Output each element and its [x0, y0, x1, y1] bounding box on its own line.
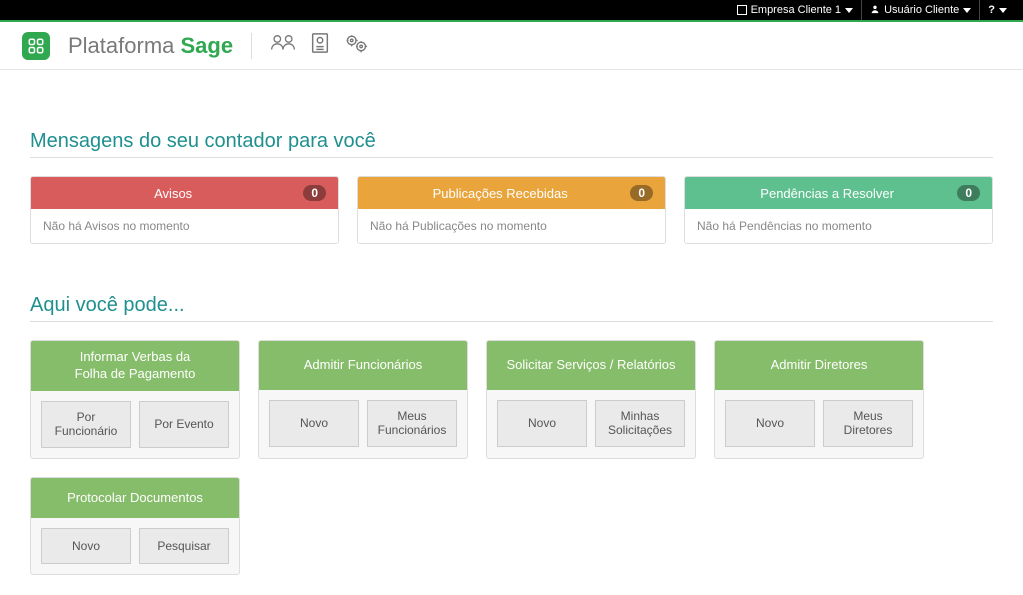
action-card-solicitar: Solicitar Serviços / Relatórios Novo Min…	[486, 340, 696, 459]
btn-novo[interactable]: Novo	[497, 400, 587, 447]
user-icon	[870, 4, 880, 17]
btn-meus-funcionarios[interactable]: Meus Funcionários	[367, 400, 457, 447]
company-name: Empresa Cliente 1	[751, 4, 842, 16]
action-card-admitir-func: Admitir Funcionários Novo Meus Funcionár…	[258, 340, 468, 459]
action-head: Admitir Diretores	[715, 341, 923, 390]
header: Plataforma Sage	[0, 22, 1023, 70]
count-badge: 0	[957, 185, 980, 201]
divider	[251, 33, 252, 59]
help-icon: ?	[988, 4, 995, 16]
logo-text: Plataforma Sage	[68, 33, 233, 59]
company-selector[interactable]: Empresa Cliente 1	[729, 0, 862, 20]
btn-por-evento[interactable]: Por Evento	[139, 401, 229, 448]
msg-head-avisos[interactable]: Avisos 0	[31, 177, 338, 209]
messages-title: Mensagens do seu contador para você	[30, 130, 993, 158]
logo-text-1: Plataforma	[68, 33, 181, 58]
user-menu[interactable]: Usuário Cliente	[861, 0, 979, 20]
chevron-down-icon	[963, 8, 971, 13]
actions-title: Aqui você pode...	[30, 294, 993, 322]
settings-icon[interactable]	[344, 32, 368, 59]
msg-head-publicacoes[interactable]: Publicações Recebidas 0	[358, 177, 665, 209]
header-icons	[270, 32, 368, 59]
btn-pesquisar[interactable]: Pesquisar	[139, 528, 229, 564]
action-head: Solicitar Serviços / Relatórios	[487, 341, 695, 390]
help-menu[interactable]: ?	[979, 0, 1015, 20]
msg-body: Não há Publicações no momento	[358, 209, 665, 243]
topbar: Empresa Cliente 1 Usuário Cliente ?	[0, 0, 1023, 22]
logo-badge	[22, 32, 50, 60]
btn-novo[interactable]: Novo	[725, 400, 815, 447]
btn-por-funcionario[interactable]: Por Funcionário	[41, 401, 131, 448]
msg-body: Não há Pendências no momento	[685, 209, 992, 243]
btn-novo[interactable]: Novo	[269, 400, 359, 447]
action-card-protocolar: Protocolar Documentos Novo Pesquisar	[30, 477, 240, 576]
msg-card-publicacoes: Publicações Recebidas 0 Não há Publicaçõ…	[357, 176, 666, 244]
actions-row-2: Protocolar Documentos Novo Pesquisar	[30, 477, 993, 576]
main: Mensagens do seu contador para você Avis…	[0, 70, 1023, 595]
msg-body: Não há Avisos no momento	[31, 209, 338, 243]
user-name: Usuário Cliente	[884, 4, 959, 16]
msg-card-avisos: Avisos 0 Não há Avisos no momento	[30, 176, 339, 244]
messages-row: Avisos 0 Não há Avisos no momento Public…	[30, 176, 993, 244]
count-badge: 0	[630, 185, 653, 201]
btn-meus-diretores[interactable]: Meus Diretores	[823, 400, 913, 447]
people-icon[interactable]	[270, 33, 296, 58]
action-card-admitir-dir: Admitir Diretores Novo Meus Diretores	[714, 340, 924, 459]
btn-minhas-solicitacoes[interactable]: Minhas Solicitações	[595, 400, 685, 447]
msg-title: Pendências a Resolver	[697, 186, 957, 201]
count-badge: 0	[303, 185, 326, 201]
logo-text-2: Sage	[181, 33, 234, 58]
btn-novo[interactable]: Novo	[41, 528, 131, 564]
document-icon[interactable]	[310, 32, 330, 59]
msg-title: Publicações Recebidas	[370, 186, 630, 201]
chevron-down-icon	[999, 8, 1007, 13]
action-head: Admitir Funcionários	[259, 341, 467, 390]
actions-row-1: Informar Verbas da Folha de Pagamento Po…	[30, 340, 993, 459]
action-head: Protocolar Documentos	[31, 478, 239, 519]
msg-head-pendencias[interactable]: Pendências a Resolver 0	[685, 177, 992, 209]
chevron-down-icon	[845, 8, 853, 13]
action-card-verbas: Informar Verbas da Folha de Pagamento Po…	[30, 340, 240, 459]
msg-title: Avisos	[43, 186, 303, 201]
action-head: Informar Verbas da Folha de Pagamento	[31, 341, 239, 391]
company-icon	[737, 5, 747, 15]
msg-card-pendencias: Pendências a Resolver 0 Não há Pendência…	[684, 176, 993, 244]
